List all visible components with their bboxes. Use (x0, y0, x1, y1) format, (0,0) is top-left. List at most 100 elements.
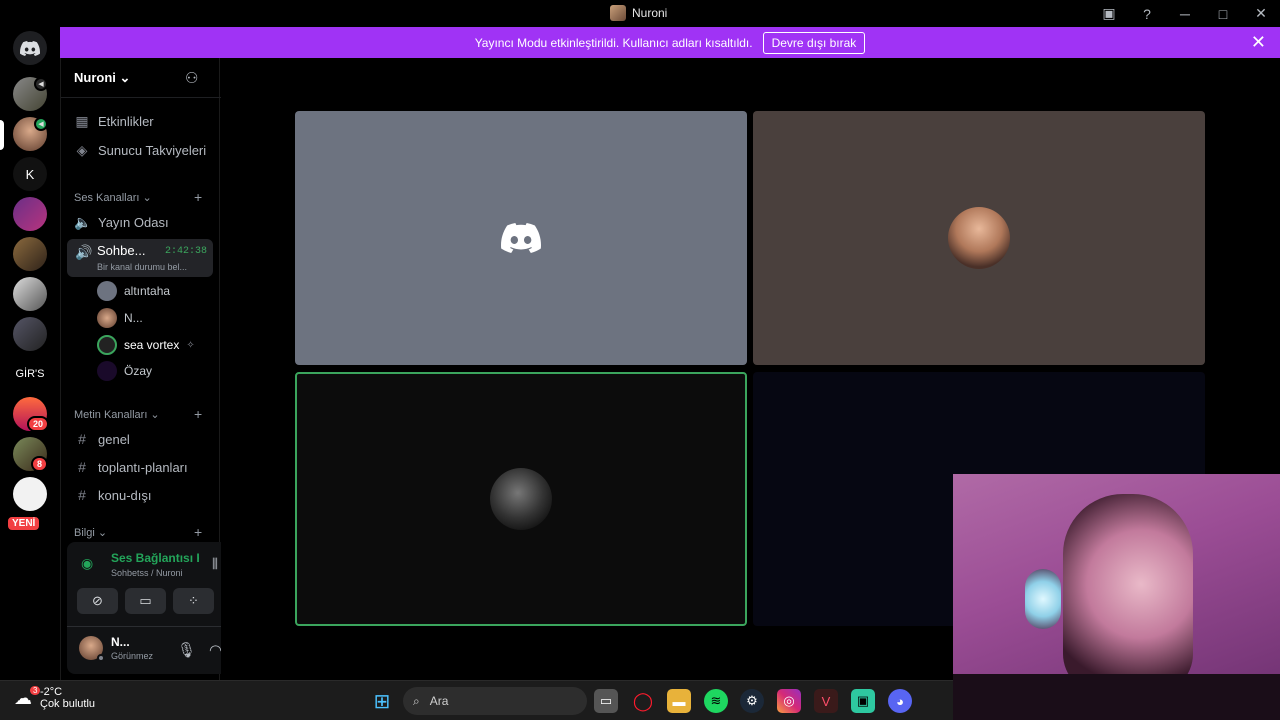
hashtag-icon: # (78, 431, 86, 447)
channel-status: Bir kanal durumu bel... (97, 262, 188, 272)
voice-user[interactable]: Özay (97, 361, 152, 381)
video-tile-speaking[interactable] (295, 372, 747, 626)
discord-home-icon[interactable] (13, 31, 47, 65)
voice-user[interactable]: N... (97, 308, 143, 328)
discord-taskbar-icon[interactable]: ◕ (888, 689, 912, 713)
sidebar-item-label: Etkinlikler (98, 114, 154, 129)
avatar (948, 207, 1010, 269)
maximize-button[interactable]: □ (1204, 0, 1242, 27)
voice-user[interactable]: altıntaha (97, 281, 170, 301)
add-channel-icon[interactable]: + (194, 406, 202, 422)
mention-badge: 8 (31, 456, 49, 472)
add-channel-icon[interactable]: + (194, 189, 202, 205)
speaker-icon: ◀ (34, 77, 48, 91)
webcam-person (1063, 494, 1193, 694)
video-tile[interactable] (295, 111, 747, 365)
close-window-button[interactable]: ✕ (1242, 0, 1280, 27)
text-category[interactable]: Metin Kanalları ⌄ (74, 408, 160, 421)
channel-label: toplantı-planları (98, 459, 188, 475)
help-icon[interactable]: ? (1128, 0, 1166, 27)
server-icon[interactable] (13, 197, 47, 231)
voice-category[interactable]: Ses Kanalları ⌄ (74, 191, 152, 204)
screen-share-button[interactable]: ▭ (125, 588, 166, 614)
streamlabs-icon[interactable]: ▣ (851, 689, 875, 713)
user-name[interactable]: N... (111, 635, 130, 649)
discord-logo-icon (501, 223, 542, 253)
taskbar-search[interactable]: ⌕ Ara (403, 687, 587, 715)
instagram-icon[interactable]: ◎ (777, 689, 801, 713)
divider (61, 97, 221, 98)
speaker-icon: 🔈 (74, 214, 92, 230)
channel-label: genel (98, 431, 130, 447)
mention-badge: 20 (27, 416, 50, 432)
server-icon[interactable] (13, 277, 47, 311)
minimize-button[interactable]: ─ (1166, 0, 1204, 27)
channel-label: Sohbe... (97, 243, 146, 258)
activities-button[interactable]: ⁘ (173, 588, 214, 614)
window-title-text: Nuroni (632, 6, 668, 20)
category-label: Metin Kanalları (74, 409, 148, 421)
window-title: Nuroni (610, 5, 667, 21)
voice-channel-path[interactable]: Sohbetss / Nuroni (111, 568, 183, 578)
file-explorer-icon[interactable]: ▬ (667, 689, 691, 713)
voice-channel-active[interactable]: 🔊 Sohbe... 2:42:38 Bir kanal durumu bel.… (67, 239, 213, 277)
search-label: Ara (429, 694, 449, 708)
avatar (490, 468, 552, 530)
server-icon[interactable] (13, 237, 47, 271)
status-dot (97, 654, 105, 662)
inbox-icon[interactable]: ▣ (1090, 0, 1128, 27)
avatar (97, 308, 117, 328)
sidebar-item-boosts[interactable]: ◈ Sunucu Takviyeleri (74, 142, 207, 159)
streamer-mode-banner: Yayıncı Modu etkinleştirildi. Kullanıcı … (60, 27, 1280, 58)
voice-channel[interactable]: 🔈 Yayın Odası (74, 214, 169, 231)
new-badge: YENİ (6, 515, 42, 532)
user-name: sea vortex (124, 338, 180, 352)
selected-pill (0, 120, 4, 150)
server-icon[interactable] (13, 317, 47, 351)
camera-off-button[interactable]: ⊘ (77, 588, 118, 614)
info-category[interactable]: Bilgi ⌄ (74, 526, 107, 539)
add-user-icon[interactable]: ⚇ (185, 69, 198, 87)
server-label: GİR'S (15, 368, 45, 380)
server-label: K (25, 166, 35, 182)
channel-sidebar: Nuroni ⌄ ⚇ ▦ Etkinlikler ◈ Sunucu Takviyel… (60, 58, 269, 680)
voice-user[interactable]: sea vortex ✧ (97, 335, 195, 355)
add-channel-icon[interactable]: + (194, 524, 202, 540)
banner-text: Yayıncı Modu etkinleştirildi. Kullanıcı … (474, 35, 753, 50)
search-icon: ⌕ (413, 693, 420, 708)
hashtag-icon: # (78, 459, 86, 475)
avatar (97, 361, 117, 381)
speaker-icon: 🔊 (75, 244, 93, 260)
calendar-icon: ▦ (75, 113, 89, 129)
weather-widget[interactable]: ☁ 3 -2°C Çok bulutlu (14, 686, 95, 710)
webcam-overlay (953, 474, 1280, 720)
activity-icon: ✧ (186, 339, 195, 351)
steam-icon[interactable]: ⚙ (740, 689, 764, 713)
disable-streamer-mode-button[interactable]: Devre dışı bırak (762, 31, 866, 54)
headset-icon (1025, 569, 1061, 629)
text-channel[interactable]: # konu-dışı (74, 487, 151, 503)
channel-label: konu-dışı (98, 487, 152, 503)
text-channel[interactable]: # toplantı-planları (74, 459, 188, 475)
sidebar-item-events[interactable]: ▦ Etkinlikler (74, 113, 154, 130)
voice-status[interactable]: Ses Bağlantısı Kuruldu (111, 551, 199, 565)
server-icon-girs[interactable]: GİR'S (13, 357, 47, 391)
server-icon-k[interactable]: K (13, 157, 47, 191)
noise-suppression-icon[interactable]: ⫼ (212, 556, 218, 572)
close-icon[interactable]: ✕ (1251, 32, 1266, 53)
task-view-icon[interactable]: ▭ (594, 689, 618, 713)
server-icon[interactable] (13, 477, 47, 511)
windows-start-icon[interactable]: ⊞ (370, 689, 394, 713)
server-avatar-icon (610, 5, 626, 21)
vidiq-icon[interactable]: V (814, 689, 838, 713)
video-tile[interactable] (753, 111, 1205, 365)
spotify-icon[interactable]: ≋ (704, 689, 728, 713)
opera-icon[interactable]: ◯ (631, 689, 655, 713)
server-name: Nuroni (74, 70, 116, 85)
microphone-icon[interactable]: 🎙 (177, 641, 196, 659)
webcam-shadow (953, 674, 1280, 720)
speaker-icon: ◀ (34, 117, 48, 131)
text-channel[interactable]: # genel (74, 431, 130, 447)
server-name-header[interactable]: Nuroni ⌄ (74, 70, 130, 86)
title-bar: Nuroni ▣ ? ─ □ ✕ (0, 0, 1280, 27)
